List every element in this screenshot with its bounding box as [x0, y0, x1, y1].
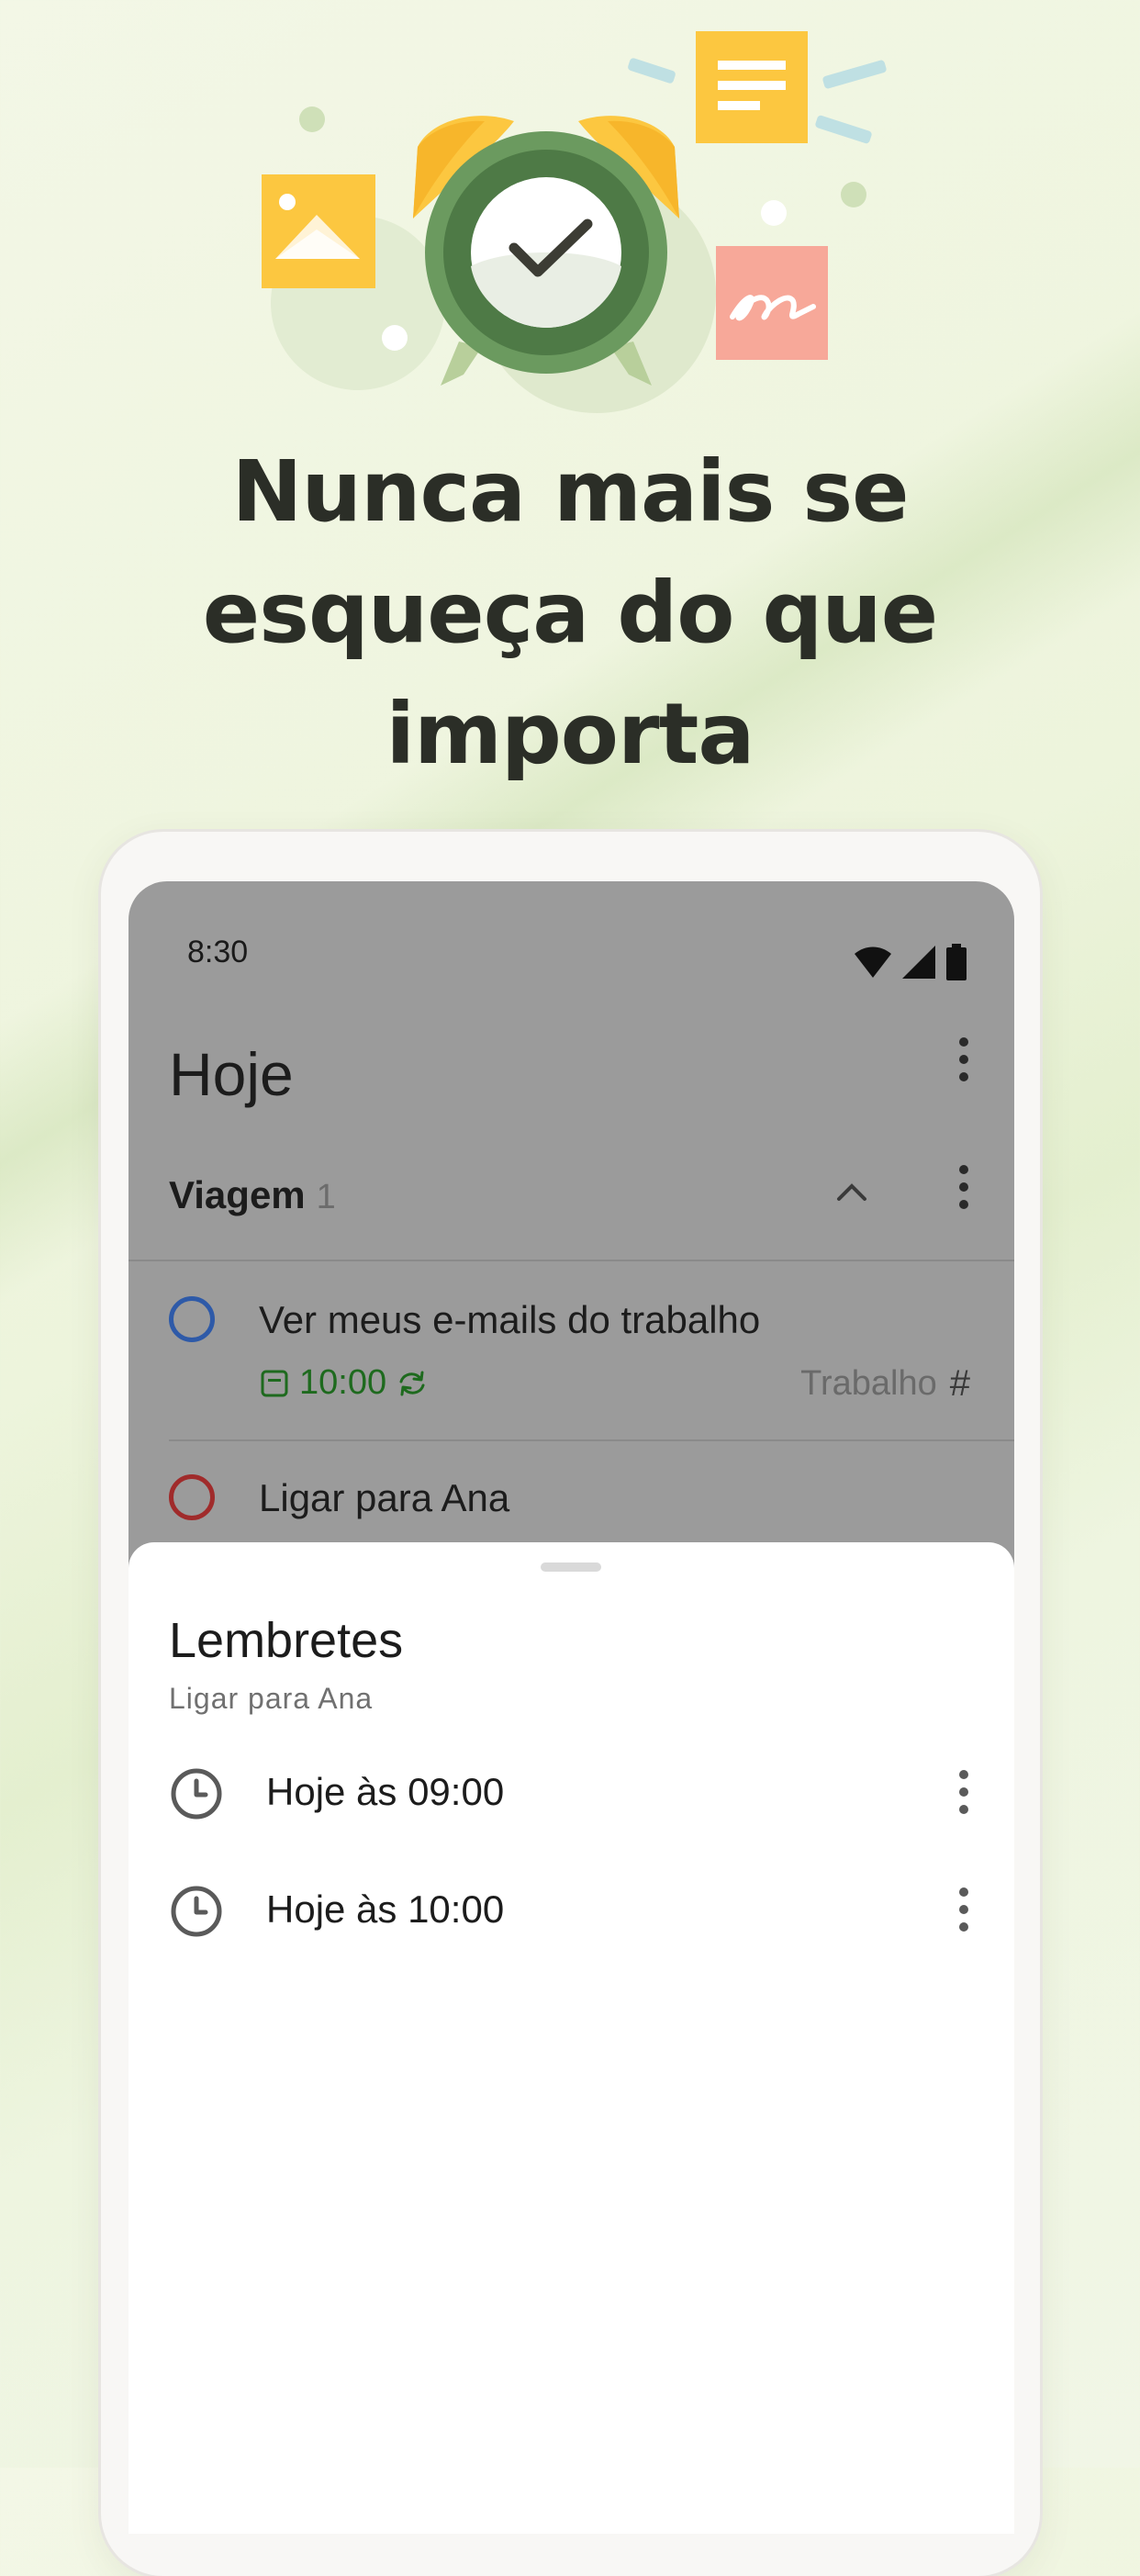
sheet-subtitle: Ligar para Ana: [169, 1682, 374, 1715]
reminder-options-icon[interactable]: [945, 1882, 982, 1937]
status-bar: 8:30: [129, 881, 1014, 991]
divider: [169, 1439, 1014, 1441]
section-count: 1: [316, 1178, 336, 1216]
reminder-label: Hoje às 10:00: [266, 1887, 505, 1931]
project-name: Trabalho: [800, 1364, 937, 1403]
more-options-icon[interactable]: [945, 1032, 982, 1087]
sheet-title: Lembretes: [169, 1613, 404, 1668]
clock-icon: [171, 1768, 222, 1820]
reminder-row[interactable]: Hoje às 10:00: [129, 1864, 1014, 1955]
task-project: Trabalho #: [800, 1363, 970, 1405]
task-due: 10:00: [259, 1363, 429, 1403]
section-options-icon[interactable]: [945, 1159, 982, 1215]
due-time: 10:00: [299, 1363, 387, 1402]
headline-line: Nunca mais se: [231, 442, 909, 541]
reminder-options-icon[interactable]: [945, 1764, 982, 1820]
chevron-up-icon[interactable]: [835, 1181, 868, 1203]
image-note-icon: [262, 174, 375, 288]
calendar-icon: [261, 1370, 288, 1396]
reminders-sheet: Lembretes Ligar para Ana Hoje às 09:00 H…: [129, 1542, 1014, 2534]
reminder-row[interactable]: Hoje às 09:00: [129, 1746, 1014, 1838]
task-checkbox[interactable]: [169, 1474, 215, 1520]
task-title[interactable]: Ver meus e-mails do trabalho: [259, 1298, 760, 1342]
wifi-icon: [855, 946, 891, 978]
hash-icon: #: [949, 1363, 970, 1404]
signal-icon: [902, 946, 935, 979]
status-time: 8:30: [187, 935, 249, 969]
reminder-label: Hoje às 09:00: [266, 1770, 505, 1813]
divider: [129, 1260, 1014, 1261]
dot-decoration: [761, 200, 787, 226]
task-title[interactable]: Ligar para Ana: [259, 1476, 509, 1520]
page-title: Hoje: [169, 1040, 294, 1108]
headline-line: importa: [386, 685, 755, 783]
clock-icon: [171, 1886, 222, 1937]
section-header[interactable]: Viagem 1: [169, 1173, 336, 1217]
recurring-icon: [399, 1371, 425, 1395]
battery-icon: [946, 944, 967, 980]
dot-decoration: [841, 182, 866, 207]
section-name: Viagem: [169, 1173, 306, 1216]
dot-decoration: [299, 106, 325, 132]
text-note-icon: [696, 31, 808, 143]
task-checkbox[interactable]: [169, 1296, 215, 1342]
dot-decoration: [382, 325, 408, 351]
handwriting-note-icon: [716, 246, 828, 360]
sheet-drag-handle[interactable]: [541, 1562, 601, 1572]
page-headline: Nunca mais se esqueça do que importa: [0, 431, 1140, 795]
status-icons: [853, 944, 967, 980]
phone-screen: 8:30 Hoje Viagem 1 Ver meus e-mails do tr…: [129, 881, 1014, 2534]
alarm-clock-illustration: [262, 31, 887, 413]
headline-line: esqueça do que: [202, 564, 938, 662]
